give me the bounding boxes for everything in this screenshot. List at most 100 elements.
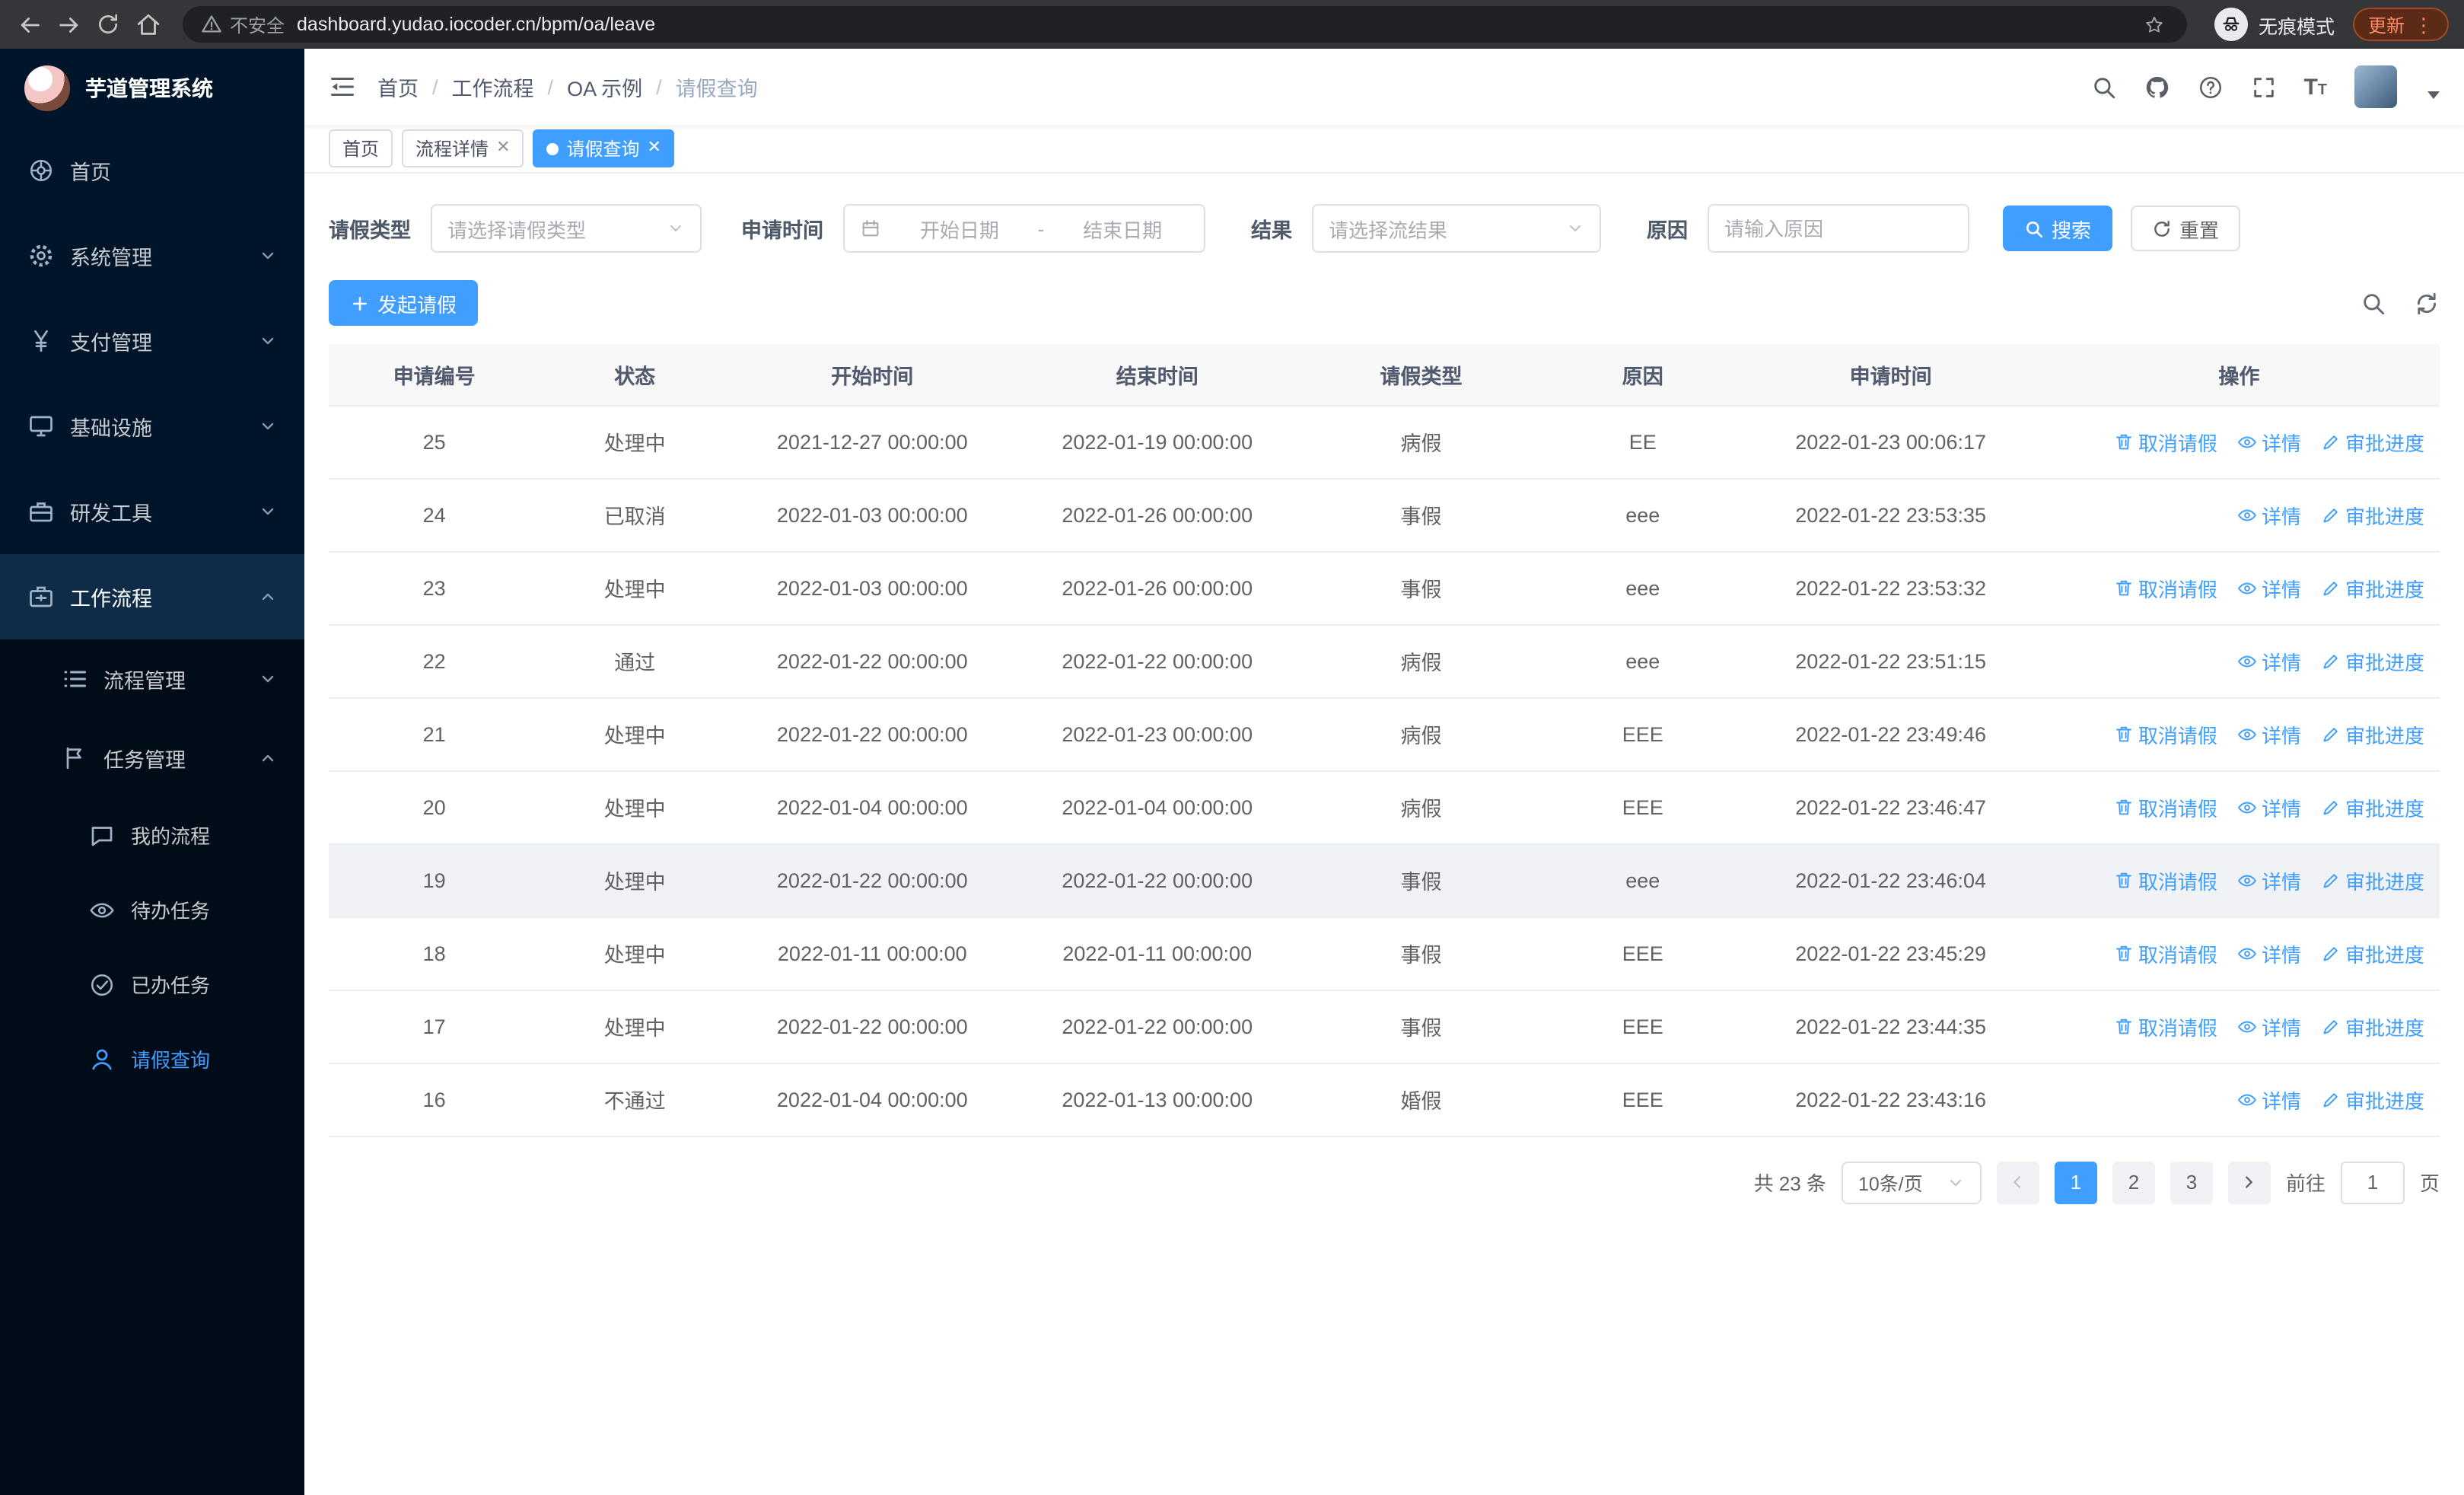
action-cancel-link[interactable]: 取消请假 (2114, 427, 2217, 456)
sidebar-item-infrastructure[interactable]: 基础设施 (0, 384, 304, 469)
goto-suffix-label: 页 (2419, 1172, 2440, 1195)
action-cancel-link[interactable]: 取消请假 (2114, 939, 2217, 967)
page-button-1[interactable]: 1 (2054, 1161, 2097, 1203)
action-progress-link[interactable]: 审批进度 (2321, 792, 2424, 821)
action-cancel-link[interactable]: 取消请假 (2114, 573, 2217, 602)
tab-label: 请假查询 (566, 139, 640, 160)
page-size-select[interactable]: 10条/页 (1841, 1161, 1982, 1203)
action-progress-link[interactable]: 审批进度 (2321, 1085, 2424, 1114)
eye-icon (2237, 874, 2256, 886)
bookmark-star-icon[interactable] (2141, 11, 2169, 38)
create-leave-button[interactable]: 发起请假 (329, 280, 479, 326)
browser-menu-kebab-icon[interactable]: ⋮ (2414, 14, 2434, 34)
breadcrumb-item[interactable]: OA 示例 (567, 72, 642, 102)
help-icon[interactable] (2197, 74, 2223, 100)
reload-button[interactable] (94, 11, 122, 38)
action-progress-link[interactable]: 审批进度 (2321, 865, 2424, 894)
cell-reason: eee (1542, 478, 1743, 552)
font-size-icon[interactable]: TT (2303, 75, 2327, 98)
close-icon[interactable]: ✕ (648, 139, 661, 157)
table-row: 22 通过 2022-01-22 00:00:00 2022-01-22 00:… (329, 624, 2440, 698)
leave-type-select[interactable]: 请选择请假类型 (431, 204, 702, 253)
url-text[interactable]: dashboard.yudao.iocoder.cn/bpm/oa/leave (297, 14, 2129, 35)
sidebar-item-workflow[interactable]: 工作流程 (0, 554, 304, 639)
reset-button[interactable]: 重置 (2131, 206, 2241, 251)
sidebar-collapse-icon[interactable] (329, 73, 356, 100)
tab-process-detail[interactable]: 流程详情 ✕ (402, 129, 524, 167)
address-bar[interactable]: 不安全 dashboard.yudao.iocoder.cn/bpm/oa/le… (183, 6, 2187, 43)
leave-table: 申请编号 状态 开始时间 结束时间 请假类型 原因 申请时间 操作 25 处理中… (329, 344, 2440, 1136)
toggle-search-icon[interactable] (2361, 290, 2386, 316)
action-detail-link[interactable]: 详情 (2237, 865, 2301, 894)
action-progress-link[interactable]: 审批进度 (2321, 427, 2424, 456)
result-select[interactable]: 请选择流结果 (1312, 204, 1601, 253)
action-progress-link[interactable]: 审批进度 (2321, 939, 2424, 967)
action-cancel-link[interactable]: 取消请假 (2114, 865, 2217, 894)
home-button[interactable] (134, 11, 161, 38)
fullscreen-icon[interactable] (2250, 74, 2276, 100)
action-progress-link[interactable]: 审批进度 (2321, 573, 2424, 602)
action-cancel-link[interactable]: 取消请假 (2114, 1012, 2217, 1041)
sidebar-filler (0, 1096, 304, 1495)
close-icon[interactable]: ✕ (496, 139, 510, 157)
tab-leave-query[interactable]: 请假查询 ✕ (533, 129, 675, 167)
action-detail-link[interactable]: 详情 (2237, 573, 2301, 602)
sidebar-item-payment[interactable]: 支付管理 (0, 298, 304, 384)
cell-start-time: 2022-01-03 00:00:00 (730, 478, 1015, 552)
reason-input[interactable] (1724, 217, 1953, 240)
action-progress-link[interactable]: 审批进度 (2321, 646, 2424, 675)
security-warning[interactable]: 不安全 (201, 11, 285, 37)
action-detail-link[interactable]: 详情 (2237, 939, 2301, 967)
sidebar-item-system[interactable]: 系统管理 (0, 213, 304, 298)
sidebar-item-leave-query[interactable]: 请假查询 (0, 1022, 304, 1096)
next-page-button[interactable] (2227, 1161, 2271, 1203)
action-detail-link[interactable]: 详情 (2237, 646, 2301, 675)
page-button-3[interactable]: 3 (2170, 1161, 2213, 1203)
cell-status: 处理中 (540, 843, 731, 917)
github-icon[interactable] (2144, 74, 2170, 100)
breadcrumb-item[interactable]: 工作流程 (452, 72, 534, 102)
page-button-2[interactable]: 2 (2112, 1161, 2155, 1203)
user-avatar[interactable] (2354, 65, 2397, 108)
sidebar-item-process-management[interactable]: 流程管理 (0, 639, 304, 719)
update-button[interactable]: 更新 ⋮ (2352, 8, 2449, 41)
filter-form: 请假类型 请选择请假类型 申请时间 开始日期 - 结束日期 结果 请选择流结果 … (329, 204, 2440, 253)
cell-end-time: 2022-01-26 00:00:00 (1014, 551, 1300, 625)
action-detail-link[interactable]: 详情 (2237, 792, 2301, 821)
sidebar-item-home[interactable]: 首页 (0, 128, 304, 213)
action-detail-link[interactable]: 详情 (2237, 1012, 2301, 1041)
forward-button[interactable] (55, 11, 82, 38)
action-detail-link[interactable]: 详情 (2237, 500, 2301, 529)
breadcrumb-item[interactable]: 首页 (377, 72, 419, 102)
table-row: 16 不通过 2022-01-04 00:00:00 2022-01-13 00… (329, 1063, 2440, 1136)
avatar-caret-icon[interactable] (2427, 91, 2440, 98)
edit-pen-icon (2323, 581, 2338, 595)
action-cancel-link[interactable]: 取消请假 (2114, 792, 2217, 821)
row-actions-cell: 取消请假 详情 审批进度 (2038, 551, 2440, 625)
tab-home[interactable]: 首页 (329, 129, 393, 167)
table-row: 25 处理中 2021-12-27 00:00:00 2022-01-19 00… (329, 405, 2440, 479)
sidebar-item-my-process[interactable]: 我的流程 (0, 798, 304, 872)
sidebar-item-todo-tasks[interactable]: 待办任务 (0, 872, 304, 947)
apply-time-range-picker[interactable]: 开始日期 - 结束日期 (843, 204, 1205, 253)
prev-page-button[interactable] (1996, 1161, 2039, 1203)
refresh-table-icon[interactable] (2414, 290, 2440, 316)
action-detail-link[interactable]: 详情 (2237, 427, 2301, 456)
goto-page-input[interactable] (2340, 1161, 2405, 1203)
sidebar-item-done-tasks[interactable]: 已办任务 (0, 947, 304, 1022)
back-button[interactable] (15, 11, 43, 38)
action-progress-link[interactable]: 审批进度 (2321, 1012, 2424, 1041)
search-icon[interactable] (2090, 74, 2116, 100)
start-date-placeholder[interactable]: 开始日期 (893, 214, 1026, 243)
sidebar-item-devtools[interactable]: 研发工具 (0, 469, 304, 554)
sidebar-item-task-management[interactable]: 任务管理 (0, 719, 304, 798)
cell-leave-type: 婚假 (1299, 1063, 1542, 1136)
action-cancel-link[interactable]: 取消请假 (2114, 719, 2217, 748)
search-button[interactable]: 搜索 (2003, 206, 2113, 251)
action-detail-link[interactable]: 详情 (2237, 719, 2301, 748)
action-progress-link[interactable]: 审批进度 (2321, 719, 2424, 748)
end-date-placeholder[interactable]: 结束日期 (1056, 214, 1189, 243)
security-warning-label: 不安全 (230, 14, 285, 36)
action-detail-link[interactable]: 详情 (2237, 1085, 2301, 1114)
action-progress-link[interactable]: 审批进度 (2321, 500, 2424, 529)
